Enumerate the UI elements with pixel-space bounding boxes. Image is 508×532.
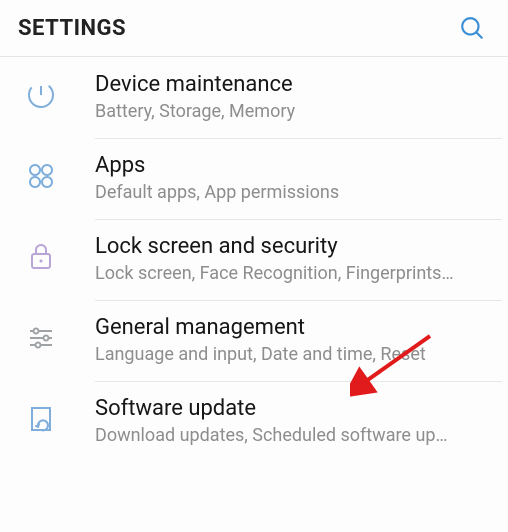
item-title: General management: [95, 315, 490, 340]
search-button[interactable]: [458, 14, 486, 42]
item-title: Device maintenance: [95, 72, 490, 97]
device-maintenance-icon: [18, 72, 95, 112]
header: SETTINGS: [0, 0, 508, 57]
item-subtitle: Battery, Storage, Memory: [95, 101, 490, 122]
settings-item-lock-screen-security[interactable]: Lock screen and security Lock screen, Fa…: [0, 219, 508, 300]
settings-item-general-management[interactable]: General management Language and input, D…: [0, 300, 508, 381]
apps-icon: [18, 153, 95, 193]
item-title: Lock screen and security: [95, 234, 490, 259]
item-title: Software update: [95, 396, 490, 421]
sliders-icon: [18, 315, 95, 355]
item-subtitle: Lock screen, Face Recognition, Fingerpri…: [95, 263, 490, 284]
search-icon: [459, 15, 485, 41]
settings-item-software-update[interactable]: Software update Download updates, Schedu…: [0, 381, 508, 462]
settings-item-device-maintenance[interactable]: Device maintenance Battery, Storage, Mem…: [0, 57, 508, 138]
settings-list: Device maintenance Battery, Storage, Mem…: [0, 57, 508, 462]
settings-item-apps[interactable]: Apps Default apps, App permissions: [0, 138, 508, 219]
software-update-icon: [18, 396, 95, 436]
item-subtitle: Download updates, Scheduled software up…: [95, 425, 490, 446]
item-subtitle: Language and input, Date and time, Reset: [95, 344, 490, 365]
item-subtitle: Default apps, App permissions: [95, 182, 490, 203]
page-title: SETTINGS: [18, 16, 126, 41]
item-title: Apps: [95, 153, 490, 178]
lock-icon: [18, 234, 95, 274]
